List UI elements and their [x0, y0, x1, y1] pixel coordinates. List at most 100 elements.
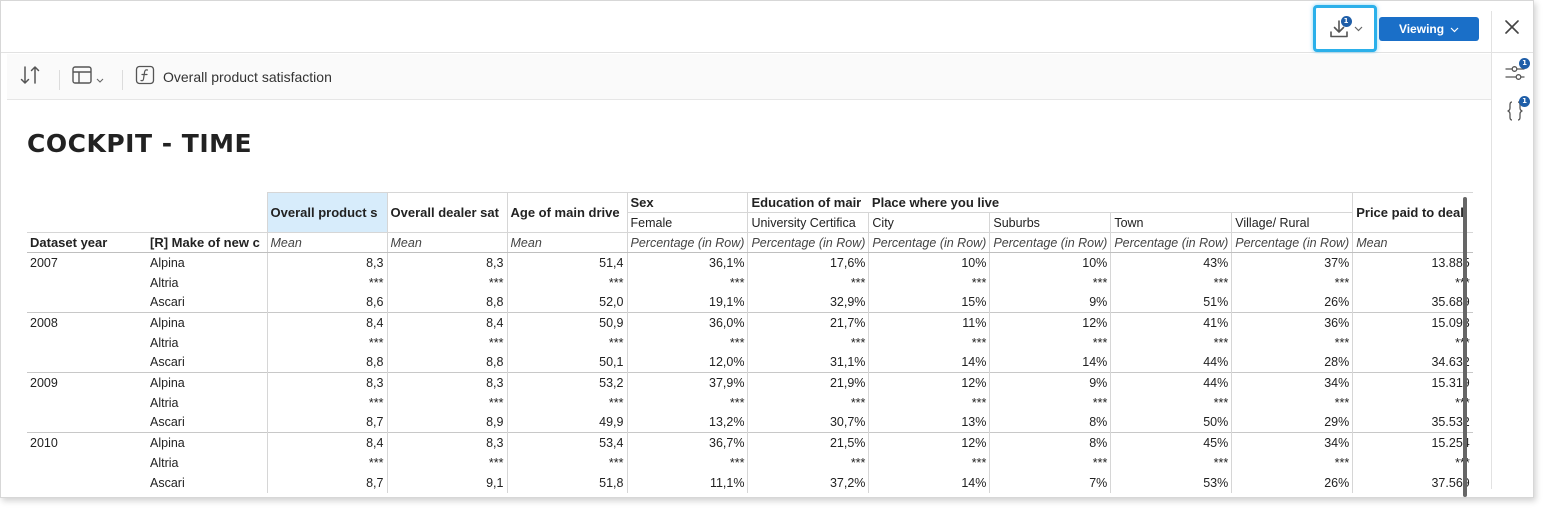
col-header-age[interactable]: Age of main drive	[507, 192, 628, 233]
value-cell[interactable]: ***	[1231, 452, 1354, 473]
value-cell[interactable]: ***	[627, 452, 749, 473]
value-cell[interactable]: ***	[387, 392, 508, 413]
value-cell[interactable]: 10%	[868, 252, 991, 273]
value-cell[interactable]: ***	[507, 332, 628, 353]
col-header-price[interactable]: Price paid to deal	[1352, 192, 1473, 233]
value-cell[interactable]: 8,3	[387, 372, 508, 393]
value-cell[interactable]: ***	[1110, 392, 1233, 413]
value-cell[interactable]: 21,5%	[747, 432, 870, 453]
value-cell[interactable]: 53%	[1110, 472, 1233, 493]
value-cell[interactable]: 35.689	[1353, 293, 1473, 313]
value-cell[interactable]: 51,4	[507, 252, 628, 273]
value-cell[interactable]: ***	[387, 332, 508, 353]
value-cell[interactable]: 8%	[989, 432, 1112, 453]
value-cell[interactable]: 8,3	[267, 252, 388, 273]
value-cell[interactable]: ***	[747, 272, 870, 293]
value-cell[interactable]: 26%	[1231, 472, 1354, 493]
value-cell[interactable]: 52,0	[507, 292, 628, 313]
value-cell[interactable]: 34.632	[1353, 353, 1473, 373]
col-subheader-university[interactable]: University Certifica	[747, 212, 870, 233]
value-cell[interactable]: 9,1	[387, 472, 508, 493]
value-cell[interactable]: ***	[1110, 452, 1233, 473]
value-cell[interactable]: 8%	[989, 412, 1112, 433]
value-cell[interactable]: 12,0%	[627, 352, 749, 373]
filter-settings-button[interactable]: 1	[1501, 58, 1530, 87]
value-cell[interactable]: 8,9	[387, 412, 508, 433]
value-cell[interactable]: 8,4	[267, 432, 388, 453]
value-cell[interactable]: 51,8	[507, 472, 628, 493]
value-cell[interactable]: ***	[747, 452, 870, 473]
value-cell[interactable]: 30,7%	[747, 412, 870, 433]
row-header-make[interactable]: [R] Make of new c	[147, 232, 268, 253]
value-cell[interactable]: 49,9	[507, 412, 628, 433]
col-subheader-suburbs[interactable]: Suburbs	[989, 212, 1112, 233]
value-cell[interactable]: 8,8	[387, 292, 508, 313]
value-cell[interactable]: ***	[989, 452, 1112, 473]
col-header-education[interactable]: Education of mair	[747, 192, 869, 213]
value-cell[interactable]: 14%	[989, 352, 1112, 373]
value-cell[interactable]: 53,2	[507, 372, 628, 393]
value-cell[interactable]: ***	[507, 452, 628, 473]
value-cell[interactable]: 8,8	[387, 352, 508, 373]
value-cell[interactable]: 13%	[868, 412, 991, 433]
value-cell[interactable]: 50%	[1110, 412, 1233, 433]
value-cell[interactable]: 37.569	[1353, 473, 1473, 493]
value-cell[interactable]: 44%	[1110, 352, 1233, 373]
close-button[interactable]	[1501, 17, 1523, 39]
value-cell[interactable]: 14%	[868, 352, 991, 373]
value-cell[interactable]: ***	[868, 272, 991, 293]
value-cell[interactable]: 36%	[1231, 312, 1354, 333]
col-subheader-village[interactable]: Village/ Rural	[1231, 212, 1354, 233]
value-cell[interactable]: 10%	[989, 252, 1112, 273]
value-cell[interactable]: ***	[1353, 333, 1473, 353]
value-cell[interactable]: 41%	[1110, 312, 1233, 333]
value-cell[interactable]: ***	[1231, 332, 1354, 353]
value-cell[interactable]: 19,1%	[627, 292, 749, 313]
value-cell[interactable]: 53,4	[507, 432, 628, 453]
value-cell[interactable]: 34%	[1231, 372, 1354, 393]
export-button[interactable]: 1	[1313, 5, 1377, 52]
value-cell[interactable]: ***	[747, 392, 870, 413]
value-cell[interactable]: 37,9%	[627, 372, 749, 393]
value-cell[interactable]: ***	[868, 392, 991, 413]
value-cell[interactable]: 12%	[868, 372, 991, 393]
value-cell[interactable]: 11,1%	[627, 472, 749, 493]
value-cell[interactable]: ***	[627, 272, 749, 293]
value-cell[interactable]: ***	[868, 452, 991, 473]
value-cell[interactable]: ***	[1231, 272, 1354, 293]
value-cell[interactable]: 50,9	[507, 312, 628, 333]
value-cell[interactable]: ***	[868, 332, 991, 353]
value-cell[interactable]: 50,1	[507, 352, 628, 373]
value-cell[interactable]: 15.319	[1352, 372, 1473, 393]
value-cell[interactable]: ***	[507, 392, 628, 413]
sort-button[interactable]	[19, 54, 41, 100]
value-cell[interactable]: 32,9%	[747, 292, 870, 313]
value-cell[interactable]: 21,7%	[747, 312, 870, 333]
viewing-mode-button[interactable]: Viewing	[1379, 17, 1479, 41]
value-cell[interactable]: 8,6	[267, 292, 388, 313]
value-cell[interactable]: 8,3	[387, 432, 508, 453]
value-cell[interactable]: 15%	[868, 292, 991, 313]
row-header-dataset-year[interactable]: Dataset year	[27, 232, 147, 253]
value-cell[interactable]: 28%	[1231, 352, 1354, 373]
value-cell[interactable]: ***	[627, 392, 749, 413]
value-cell[interactable]: 8,7	[267, 472, 388, 493]
col-subheader-city[interactable]: City	[868, 212, 991, 233]
value-cell[interactable]: 37%	[1231, 252, 1354, 273]
value-cell[interactable]: 36,7%	[627, 432, 749, 453]
value-cell[interactable]: 13,2%	[627, 412, 749, 433]
col-header-overall-product[interactable]: Overall product s	[267, 192, 388, 233]
col-subheader-town[interactable]: Town	[1110, 212, 1233, 233]
value-cell[interactable]: 44%	[1110, 372, 1233, 393]
value-cell[interactable]: ***	[1110, 332, 1233, 353]
value-cell[interactable]: 8,3	[387, 252, 508, 273]
value-cell[interactable]: ***	[989, 272, 1112, 293]
col-subheader-female[interactable]: Female	[627, 212, 749, 233]
value-cell[interactable]: 36,0%	[627, 312, 749, 333]
value-cell[interactable]: ***	[1353, 273, 1473, 293]
value-cell[interactable]: 9%	[989, 292, 1112, 313]
col-header-overall-dealer[interactable]: Overall dealer sat	[387, 192, 508, 233]
value-cell[interactable]: 43%	[1110, 252, 1233, 273]
value-cell[interactable]: 36,1%	[627, 252, 749, 273]
value-cell[interactable]: 8,7	[267, 412, 388, 433]
